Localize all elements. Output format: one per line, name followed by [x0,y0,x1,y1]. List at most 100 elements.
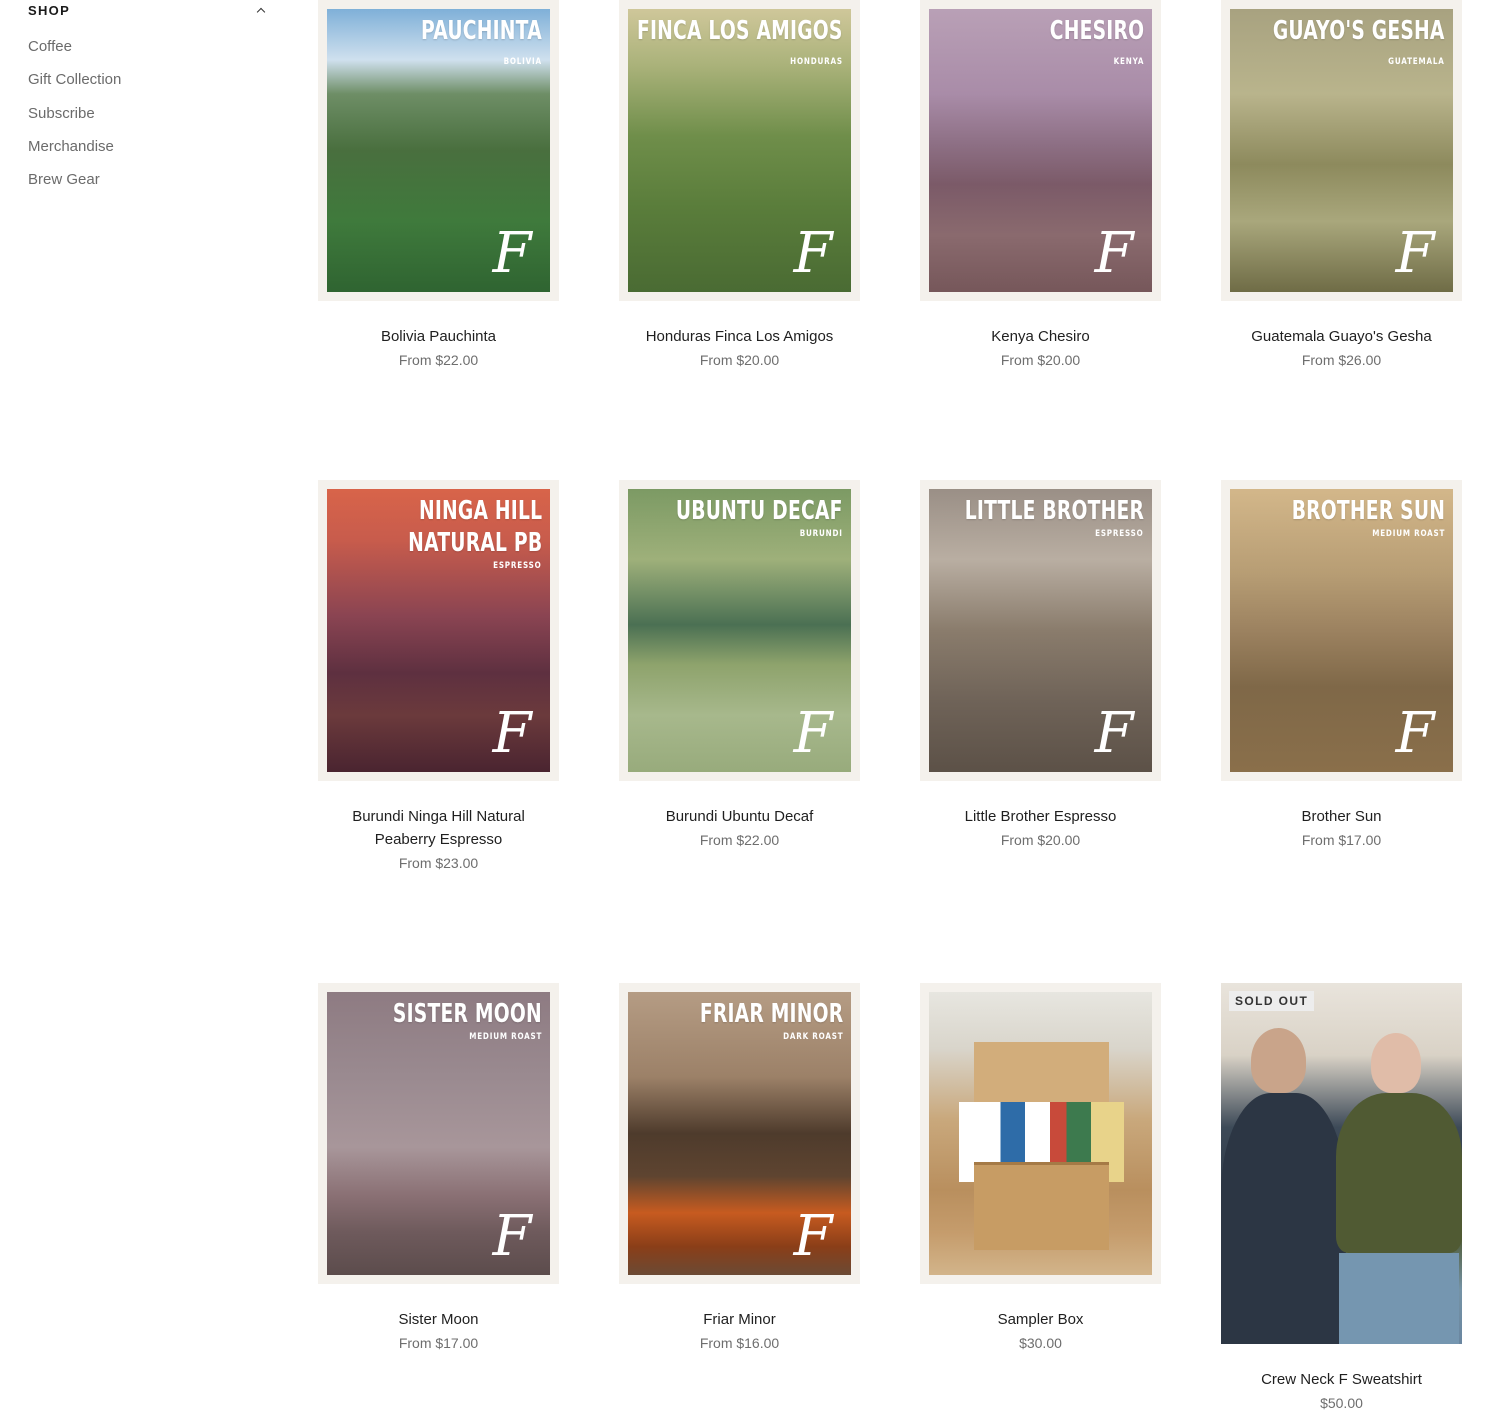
product-image[interactable]: SOLD OUT [1221,983,1462,1344]
sidebar-item-subscribe[interactable]: Subscribe [28,104,270,137]
product-price: From $26.00 [1301,352,1382,368]
product-card[interactable]: UBUNTU DECAF BURUNDI F Burundi Ubuntu De… [619,480,860,848]
sold-out-badge: SOLD OUT [1229,991,1315,1011]
product-price: From $17.00 [1301,832,1382,848]
poster-title-line-2: NATURAL PB [407,528,542,558]
shop-sidebar: SHOP Coffee Gift Collection Subscribe Me… [28,0,270,203]
product-card[interactable]: SISTER MOON MEDIUM ROAST F Sister Moon F… [318,983,559,1351]
product-image[interactable]: FRIAR MINOR DARK ROAST F [619,983,860,1284]
sidebar-item-merchandise[interactable]: Merchandise [28,137,270,170]
f-logo-icon: F [492,1204,532,1269]
product-image[interactable]: UBUNTU DECAF BURUNDI F [619,480,860,781]
product-card[interactable]: BROTHER SUN MEDIUM ROAST F Brother Sun F… [1221,480,1462,848]
poster-subtitle: MEDIUM ROAST [1372,529,1445,539]
poster-subtitle: BOLIVIA [503,57,542,67]
product-name[interactable]: Brother Sun [1221,805,1462,828]
product-card[interactable]: CHESIRO KENYA F Kenya Chesiro From $20.0… [920,0,1161,368]
poster-title: SISTER MOON [393,999,542,1029]
product-price: $50.00 [1320,1395,1363,1411]
f-logo-icon: F [793,221,833,286]
product-photo: UBUNTU DECAF BURUNDI F [628,489,851,772]
product-price: From $16.00 [699,1335,780,1351]
product-price: From $23.00 [398,855,479,871]
model-sweatshirt [1221,1093,1346,1344]
product-price: From $20.00 [699,352,780,368]
product-image[interactable] [920,983,1161,1284]
product-image[interactable]: SISTER MOON MEDIUM ROAST F [318,983,559,1284]
product-card[interactable]: GUAYO'S GESHA GUATEMALA F Guatemala Guay… [1221,0,1462,368]
sidebar-item-gift-collection[interactable]: Gift Collection [28,70,270,103]
product-price: From $17.00 [398,1335,479,1351]
poster-subtitle: GUATEMALA [1388,57,1445,67]
product-name[interactable]: Burundi Ubuntu Decaf [619,805,860,828]
poster-title: LITTLE BROTHER [964,496,1144,526]
poster-subtitle: HONDURAS [790,57,843,67]
product-photo: BROTHER SUN MEDIUM ROAST F [1230,489,1453,772]
poster-title: FINCA LOS AMIGOS [637,16,843,46]
product-name[interactable]: Bolivia Pauchinta [318,325,559,348]
product-photo: PAUCHINTA BOLIVIA F [327,9,550,292]
shop-category-list: Coffee Gift Collection Subscribe Merchan… [28,37,270,203]
sidebar-item-brew-gear[interactable]: Brew Gear [28,170,270,203]
product-photo [929,992,1152,1275]
product-name[interactable]: Crew Neck F Sweatshirt [1221,1368,1462,1391]
chevron-up-icon[interactable] [256,5,266,15]
poster-subtitle: DARK ROAST [782,1032,843,1042]
poster-subtitle: ESPRESSO [1095,529,1144,539]
product-photo: LITTLE BROTHER ESPRESSO F [929,489,1152,772]
poster-subtitle: ESPRESSO [493,561,542,571]
product-photo: FINCA LOS AMIGOS HONDURAS F [628,9,851,292]
product-image[interactable]: CHESIRO KENYA F [920,0,1161,301]
product-card[interactable]: FRIAR MINOR DARK ROAST F Friar Minor Fro… [619,983,860,1351]
f-logo-icon: F [1395,221,1435,286]
f-logo-icon: F [1395,701,1435,766]
shop-section-toggle[interactable]: SHOP [28,0,270,20]
model-face [1371,1033,1421,1093]
poster-title: GUAYO'S GESHA [1273,16,1445,46]
product-name[interactable]: Little Brother Espresso [920,805,1161,828]
poster-title: CHESIRO [1049,16,1144,46]
poster-subtitle: KENYA [1113,57,1144,67]
product-name[interactable]: Kenya Chesiro [920,325,1161,348]
gift-box [974,1162,1109,1250]
f-logo-icon: F [1094,701,1134,766]
product-card[interactable]: LITTLE BROTHER ESPRESSO F Little Brother… [920,480,1161,848]
poster-title: PAUCHINTA [421,16,542,46]
product-card[interactable]: NINGA HILL NATURAL PB ESPRESSO F Burundi… [318,480,559,871]
f-logo-icon: F [492,221,532,286]
product-name[interactable]: Friar Minor [619,1308,860,1331]
product-image[interactable]: FINCA LOS AMIGOS HONDURAS F [619,0,860,301]
product-image[interactable]: GUAYO'S GESHA GUATEMALA F [1221,0,1462,301]
shop-section-title: SHOP [28,2,71,18]
f-logo-icon: F [492,701,532,766]
product-card[interactable]: FINCA LOS AMIGOS HONDURAS F Honduras Fin… [619,0,860,368]
f-logo-icon: F [793,1204,833,1269]
f-logo-icon: F [793,701,833,766]
poster-title-line-1: NINGA HILL [418,496,542,526]
product-photo [1221,983,1462,1344]
product-price: $30.00 [1019,1335,1062,1351]
poster-subtitle: MEDIUM ROAST [469,1032,542,1042]
product-name[interactable]: Sister Moon [318,1308,559,1331]
product-name[interactable]: Sampler Box [920,1308,1161,1331]
product-name[interactable]: Guatemala Guayo's Gesha [1221,325,1462,348]
product-image[interactable]: NINGA HILL NATURAL PB ESPRESSO F [318,480,559,781]
product-card[interactable]: SOLD OUT Crew Neck F Sweatshirt $50.00 [1221,983,1462,1411]
sidebar-item-coffee[interactable]: Coffee [28,37,270,70]
product-name[interactable]: Burundi Ninga Hill Natural Peaberry Espr… [318,805,559,851]
model-face [1251,1028,1306,1093]
product-price: From $20.00 [1000,352,1081,368]
product-photo: NINGA HILL NATURAL PB ESPRESSO F [327,489,550,772]
product-price: From $22.00 [699,832,780,848]
product-photo: CHESIRO KENYA F [929,9,1152,292]
poster-title: BROTHER SUN [1291,496,1445,526]
product-name[interactable]: Honduras Finca Los Amigos [619,325,860,348]
product-card[interactable]: Sampler Box $30.00 [920,983,1161,1351]
model-jeans [1339,1253,1459,1344]
product-image[interactable]: BROTHER SUN MEDIUM ROAST F [1221,480,1462,781]
product-card[interactable]: PAUCHINTA BOLIVIA F Bolivia Pauchinta Fr… [318,0,559,368]
product-image[interactable]: PAUCHINTA BOLIVIA F [318,0,559,301]
product-photo: GUAYO'S GESHA GUATEMALA F [1230,9,1453,292]
product-image[interactable]: LITTLE BROTHER ESPRESSO F [920,480,1161,781]
f-logo-icon: F [1094,221,1134,286]
